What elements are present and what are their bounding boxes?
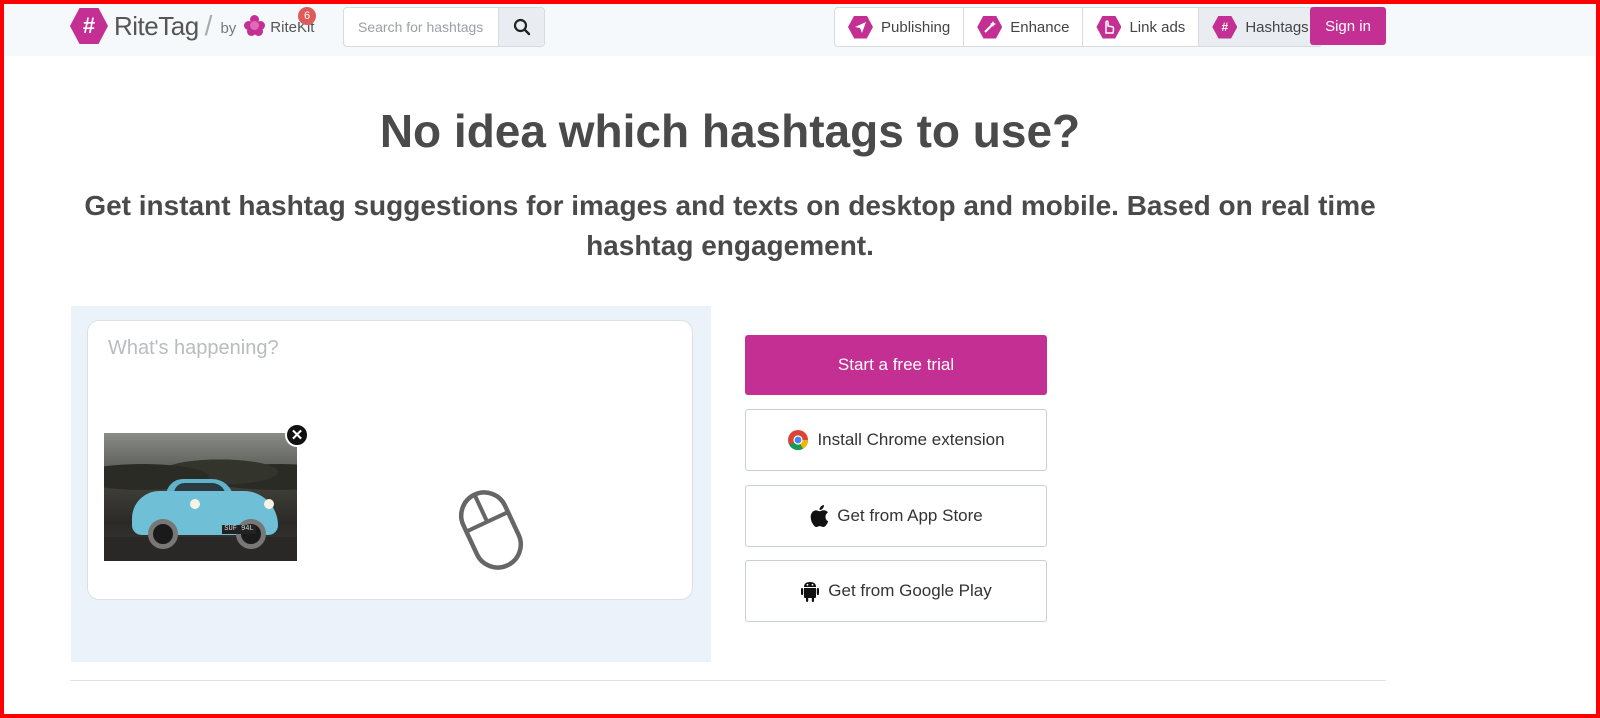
hero-subtitle: Get instant hashtag suggestions for imag… (84, 190, 1376, 261)
search-icon (513, 18, 530, 36)
logo-by-text: by (220, 19, 237, 37)
hero-title: No idea which hashtags to use? (379, 105, 1081, 157)
section-divider (70, 680, 1386, 681)
google-play-button[interactable]: Get from Google Play (745, 560, 1047, 622)
notification-badge: 6 (298, 7, 316, 25)
top-navbar: # RiteTag / by RiteKit 6 Publishing (0, 0, 1600, 56)
google-play-label: Get from Google Play (828, 581, 992, 600)
close-icon[interactable]: ✕ (285, 423, 309, 447)
chrome-icon (788, 430, 809, 451)
hand-pointer-icon (1096, 15, 1122, 39)
nav-publishing-label: Publishing (881, 18, 951, 36)
composer-card: SUF 94L ✕ (87, 320, 693, 600)
mouse-icon (458, 490, 524, 570)
android-icon (801, 582, 820, 602)
hashtag-search (343, 7, 545, 47)
nav-publishing[interactable]: Publishing (835, 8, 965, 46)
ritekit-flower-icon (244, 15, 266, 37)
magic-wand-icon (977, 15, 1003, 39)
nav-link-ads-label: Link ads (1129, 18, 1186, 36)
app-store-label: Get from App Store (837, 506, 983, 525)
apple-icon (810, 505, 829, 527)
paper-plane-icon (848, 15, 873, 39)
logo-text: RiteTag (114, 10, 199, 41)
product-nav: Publishing Enhance Link ads # Hashtags (834, 7, 1323, 47)
license-plate: SUF 94L (222, 525, 256, 534)
composer-panel: SUF 94L ✕ (71, 306, 711, 662)
nav-link-ads[interactable]: Link ads (1083, 8, 1200, 46)
hash-logo-icon: # (70, 8, 108, 44)
app-store-button[interactable]: Get from App Store (745, 485, 1047, 547)
hash-icon: # (1212, 15, 1238, 39)
attached-car-image: SUF 94L (104, 433, 297, 561)
nav-enhance-label: Enhance (1010, 18, 1070, 36)
logo-separator: / (204, 10, 213, 41)
sign-in-button[interactable]: Sign in (1310, 7, 1386, 45)
nav-hashtags[interactable]: # Hashtags (1199, 8, 1322, 46)
search-button[interactable] (498, 8, 544, 46)
start-free-trial-button[interactable]: Start a free trial (745, 335, 1047, 395)
install-chrome-label: Install Chrome extension (817, 430, 1005, 449)
install-chrome-button[interactable]: Install Chrome extension (745, 409, 1047, 471)
ritetag-logo[interactable]: # RiteTag / by RiteKit (70, 8, 314, 44)
nav-hashtags-label: Hashtags (1245, 18, 1309, 36)
nav-enhance[interactable]: Enhance (964, 8, 1084, 46)
post-text-input[interactable] (108, 337, 668, 377)
search-input[interactable] (344, 8, 498, 46)
